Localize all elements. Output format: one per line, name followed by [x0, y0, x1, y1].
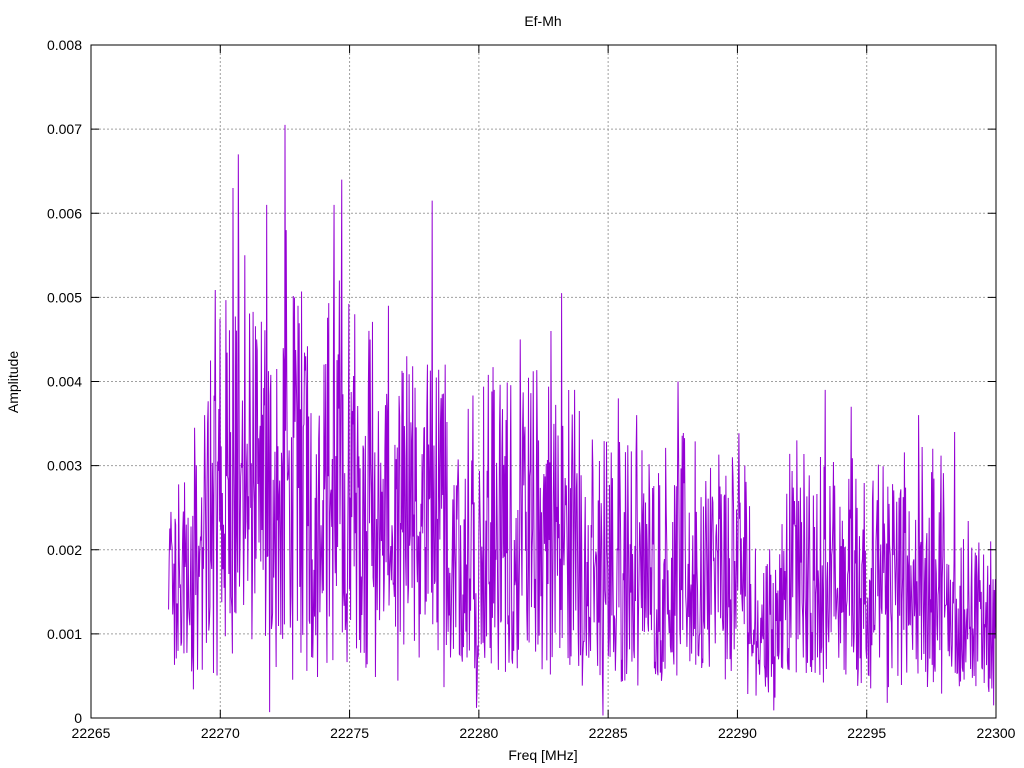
- chart-title: Ef-Mh: [524, 13, 561, 29]
- y-tick-label: 0: [74, 710, 82, 726]
- x-tick-label: 22275: [330, 725, 369, 741]
- x-tick-label: 22285: [589, 725, 628, 741]
- y-tick-label: 0.002: [47, 542, 82, 558]
- amplitude-spectrum-chart: 22265 22270 22275 22280 22285 22290 22295 22300…: [5, 13, 1016, 763]
- y-tick-label: 0.003: [47, 458, 82, 474]
- x-tick-label: 22300: [977, 725, 1016, 741]
- y-tick-label: 0.005: [47, 289, 82, 305]
- y-tick-label: 0.004: [47, 374, 82, 390]
- chart-container: 22265 22270 22275 22280 22285 22290 22295 22300…: [0, 0, 1024, 768]
- y-tick-label: 0.008: [47, 37, 82, 53]
- x-tick-label: 22270: [201, 725, 240, 741]
- y-tick-label: 0.007: [47, 121, 82, 137]
- x-tick-label: 22295: [847, 725, 886, 741]
- x-axis-label: Freq [MHz]: [508, 747, 577, 763]
- x-tick-label: 22290: [718, 725, 757, 741]
- x-tick-label: 22280: [459, 725, 498, 741]
- y-axis-label: Amplitude: [5, 351, 21, 413]
- y-tick-label: 0.001: [47, 626, 82, 642]
- y-tick-label: 0.006: [47, 205, 82, 221]
- x-tick-label: 22265: [72, 725, 111, 741]
